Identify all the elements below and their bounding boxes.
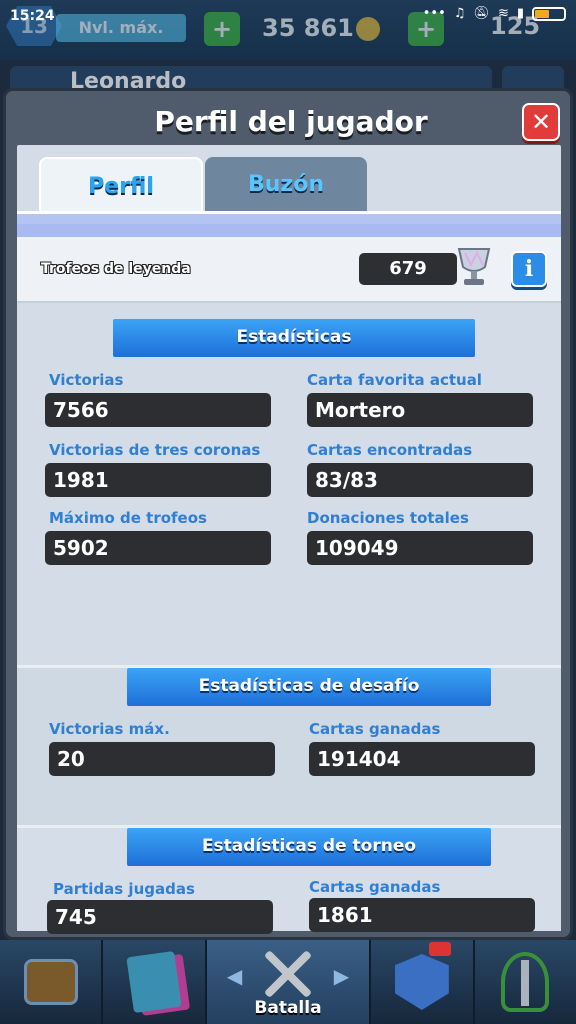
nav-battle-label: Batalla — [254, 998, 322, 1018]
stat-value: 20 — [49, 742, 275, 776]
stat-value: 745 — [47, 900, 273, 934]
stat-label: Cartas encontradas — [307, 441, 473, 459]
notification-badge — [428, 942, 451, 956]
challenge-statistics-heading: Estadísticas de desafío — [127, 668, 491, 706]
bottom-navigation: ◀ ▶ Batalla — [0, 940, 576, 1024]
stat-label: Victorias — [49, 371, 124, 389]
stat-label: Carta favorita actual — [307, 371, 482, 389]
stat-value: 1861 — [309, 898, 535, 932]
stat-label: Donaciones totales — [307, 509, 469, 527]
nav-battle[interactable]: ◀ ▶ Batalla — [206, 940, 372, 1024]
gold-counter: 35 861 — [262, 12, 392, 44]
experience-bar: Nvl. máx. — [56, 14, 186, 42]
mute-icon: 🔕︎ — [473, 6, 490, 21]
arrow-left-icon[interactable]: ◀ — [227, 964, 242, 988]
clan-icon — [394, 954, 449, 1010]
gold-coin-icon — [355, 17, 380, 41]
tab-underline — [17, 211, 561, 238]
stat-label: Cartas ganadas — [309, 878, 441, 896]
cards-icon — [126, 950, 182, 1014]
close-button[interactable]: ✕ — [522, 103, 560, 141]
challenge-statistics-section: Estadísticas de desafío Victorias máx. 2… — [17, 665, 561, 825]
stat-value: 83/83 — [307, 463, 533, 497]
status-icons: ••• ♫ 🔕︎ ≋ ▮ — [423, 6, 566, 21]
tournament-statistics-heading: Estadísticas de torneo — [127, 828, 491, 866]
modal-content: Perfil Buzón Trofeos de leyenda 679 i Es… — [17, 145, 561, 934]
tab-profile[interactable]: Perfil — [39, 157, 203, 213]
swords-icon — [258, 948, 318, 998]
stat-label: Victorias máx. — [49, 720, 170, 738]
stat-value: 191404 — [309, 742, 535, 776]
stat-label: Partidas jugadas — [53, 880, 195, 898]
tournament-statistics-section: Estadísticas de torneo Partidas jugadas … — [17, 825, 561, 934]
tournament-icon — [501, 952, 550, 1012]
nav-cards[interactable] — [103, 940, 207, 1024]
wifi-icon: ≋ — [497, 6, 509, 21]
headphones-icon: ♫ — [453, 6, 466, 21]
status-time: 15:24 — [10, 8, 55, 24]
chest-icon — [23, 959, 78, 1005]
statistics-heading: Estadísticas — [113, 319, 475, 357]
legend-trophies-row: Trofeos de leyenda 679 i — [17, 237, 561, 303]
stat-label: Máximo de trofeos — [49, 509, 207, 527]
arrow-right-icon[interactable]: ▶ — [334, 964, 349, 988]
top-hud: 13 Nvl. máx. + 35 861 + 125 15:24 ••• ♫ … — [0, 0, 576, 60]
signal-icon: ▮ — [516, 6, 524, 21]
modal-title: Perfil del jugador — [154, 105, 428, 138]
stat-label: Cartas ganadas — [309, 720, 441, 738]
add-gold-icon[interactable]: + — [204, 12, 240, 46]
legend-trophies-label: Trofeos de leyenda — [41, 261, 191, 277]
legend-trophy-icon — [457, 248, 491, 285]
stat-value: 5902 — [45, 531, 271, 565]
stat-value: 7566 — [45, 393, 271, 427]
nav-clan[interactable] — [371, 940, 475, 1024]
legend-trophies-value: 679 — [359, 253, 457, 285]
info-button[interactable]: i — [511, 251, 547, 287]
gold-amount: 35 861 — [262, 14, 354, 42]
nav-shop[interactable] — [0, 940, 104, 1024]
player-profile-modal: Perfil del jugador ✕ Perfil Buzón Trofeo… — [3, 88, 573, 940]
battery-icon — [532, 6, 566, 21]
stat-value: 1981 — [45, 463, 271, 497]
statistics-section: Estadísticas Victorias 7566 Carta favori… — [17, 305, 561, 665]
stat-value: Mortero — [307, 393, 533, 427]
tab-inbox[interactable]: Buzón — [205, 157, 367, 213]
stat-value: 109049 — [307, 531, 533, 565]
nav-tournaments[interactable] — [475, 940, 576, 1024]
more-icon: ••• — [422, 6, 446, 21]
stat-label: Victorias de tres coronas — [49, 441, 261, 459]
